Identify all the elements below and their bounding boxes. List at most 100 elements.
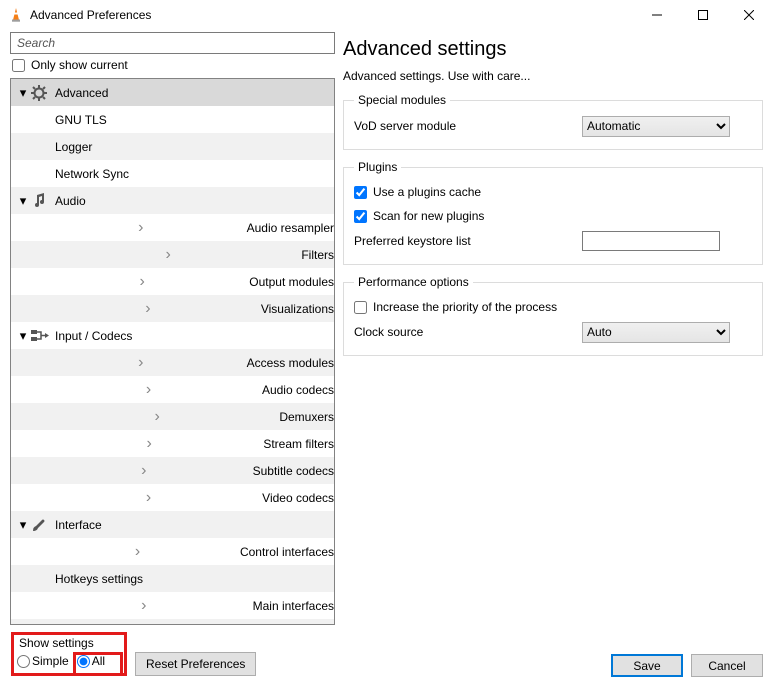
- tree-label: Network Sync: [53, 167, 129, 181]
- tree-item-advanced[interactable]: Advanced: [11, 79, 334, 106]
- show-settings-legend: Show settings: [17, 636, 96, 650]
- window-maximize[interactable]: [683, 0, 729, 30]
- group-plugins-legend: Plugins: [354, 160, 401, 174]
- page-title: Advanced settings: [343, 32, 763, 65]
- radio-all-input[interactable]: [77, 655, 90, 668]
- tree-label: Output modules: [247, 275, 334, 289]
- window-minimize[interactable]: [637, 0, 683, 30]
- chevron-right-icon[interactable]: [37, 463, 251, 479]
- tree-label: Video codecs: [260, 491, 334, 505]
- reset-preferences-button[interactable]: Reset Preferences: [135, 652, 256, 676]
- tree-item-hotkeys[interactable]: Hotkeys settings: [11, 565, 334, 592]
- tree-item-audio-codecs[interactable]: Audio codecs: [11, 376, 334, 403]
- chevron-right-icon[interactable]: [37, 220, 245, 236]
- tree-item-filters[interactable]: Filters: [11, 241, 334, 268]
- tree-label: Subtitle codecs: [251, 464, 334, 478]
- tree-label: Control interfaces: [238, 545, 334, 559]
- tree-item-logger[interactable]: Logger: [11, 133, 334, 160]
- radio-all-label: All: [92, 654, 105, 668]
- tree-item-visualizations[interactable]: Visualizations: [11, 295, 334, 322]
- tree-label: Audio resampler: [245, 221, 334, 235]
- cancel-button[interactable]: Cancel: [691, 654, 763, 677]
- music-note-icon: [31, 193, 53, 209]
- tree-item-main-interfaces[interactable]: Main interfaces: [11, 592, 334, 619]
- chevron-right-icon[interactable]: [37, 301, 259, 317]
- titlebar: Advanced Preferences: [0, 0, 777, 30]
- vod-server-select[interactable]: Automatic: [582, 116, 730, 137]
- tree-label: GNU TLS: [53, 113, 107, 127]
- only-show-current-checkbox[interactable]: [12, 59, 25, 72]
- chevron-right-icon[interactable]: [37, 490, 260, 506]
- scan-new-plugins[interactable]: Scan for new plugins: [354, 204, 752, 228]
- vod-label: VoD server module: [354, 119, 574, 133]
- tree-label: Input / Codecs: [53, 329, 132, 343]
- tree-item-gnutls[interactable]: GNU TLS: [11, 106, 334, 133]
- tree-label: Access modules: [245, 356, 334, 370]
- tree-label: Audio codecs: [260, 383, 334, 397]
- chevron-right-icon[interactable]: [37, 436, 261, 452]
- tree-label: Filters: [299, 248, 334, 262]
- tree-item-control-interfaces[interactable]: Control interfaces: [11, 538, 334, 565]
- radio-simple-input[interactable]: [17, 655, 30, 668]
- group-special-modules-legend: Special modules: [354, 93, 450, 107]
- tree-label: Main interfaces: [251, 599, 334, 613]
- radio-all[interactable]: All: [77, 654, 105, 668]
- chevron-right-icon[interactable]: [37, 274, 247, 290]
- clock-source-select[interactable]: Auto: [582, 322, 730, 343]
- group-plugins: Plugins Use a plugins cache Scan for new…: [343, 160, 763, 265]
- chevron-right-icon[interactable]: [37, 544, 238, 560]
- scan-new-plugins-checkbox[interactable]: [354, 210, 367, 223]
- chevron-right-icon[interactable]: [37, 382, 260, 398]
- input-icon: [31, 328, 53, 344]
- only-show-current-label: Only show current: [31, 58, 128, 72]
- use-plugins-cache-checkbox[interactable]: [354, 186, 367, 199]
- tree-item-output-modules[interactable]: Output modules: [11, 268, 334, 295]
- keystore-input[interactable]: [582, 231, 720, 251]
- search-input[interactable]: [10, 32, 335, 54]
- clock-source-label: Clock source: [354, 325, 574, 339]
- chevron-down-icon[interactable]: [15, 86, 31, 99]
- tree-item-subtitle-codecs[interactable]: Subtitle codecs: [11, 457, 334, 484]
- app-icon: [8, 7, 24, 23]
- tree-item-network-sync[interactable]: Network Sync: [11, 160, 334, 187]
- chevron-down-icon[interactable]: [15, 329, 31, 342]
- tree-label: Demuxers: [277, 410, 334, 424]
- increase-priority-label: Increase the priority of the process: [373, 300, 557, 314]
- chevron-right-icon[interactable]: [37, 409, 277, 425]
- group-performance-legend: Performance options: [354, 275, 473, 289]
- tree-item-interface[interactable]: Interface: [11, 511, 334, 538]
- save-button[interactable]: Save: [611, 654, 683, 677]
- increase-priority[interactable]: Increase the priority of the process: [354, 295, 752, 319]
- tree-label: Visualizations: [259, 302, 334, 316]
- use-plugins-cache-label: Use a plugins cache: [373, 185, 481, 199]
- chevron-right-icon[interactable]: [37, 598, 251, 614]
- tree-item-demuxers[interactable]: Demuxers: [11, 403, 334, 430]
- chevron-down-icon[interactable]: [15, 518, 31, 531]
- radio-simple-label: Simple: [32, 654, 69, 668]
- window-title: Advanced Preferences: [30, 8, 637, 22]
- only-show-current[interactable]: Only show current: [10, 58, 335, 72]
- tree-item-stream-filters[interactable]: Stream filters: [11, 430, 334, 457]
- radio-simple[interactable]: Simple: [17, 654, 69, 668]
- tree-item-audio-resampler[interactable]: Audio resampler: [11, 214, 334, 241]
- tree-label: Stream filters: [261, 437, 334, 451]
- window-close[interactable]: [729, 0, 775, 30]
- tree-label: Advanced: [53, 86, 108, 100]
- group-performance: Performance options Increase the priorit…: [343, 275, 763, 356]
- tree-item-access-modules[interactable]: Access modules: [11, 349, 334, 376]
- tree-item-input-codecs[interactable]: Input / Codecs: [11, 322, 334, 349]
- use-plugins-cache[interactable]: Use a plugins cache: [354, 180, 752, 204]
- chevron-down-icon[interactable]: [15, 194, 31, 207]
- tree-label: Logger: [53, 140, 92, 154]
- chevron-right-icon[interactable]: [37, 355, 245, 371]
- brush-icon: [31, 517, 53, 533]
- page-description: Advanced settings. Use with care...: [343, 65, 763, 93]
- tree-item-audio[interactable]: Audio: [11, 187, 334, 214]
- tree-label: Hotkeys settings: [53, 572, 143, 586]
- increase-priority-checkbox[interactable]: [354, 301, 367, 314]
- show-settings-group: Show settings Simple All Reset Preferenc…: [10, 631, 335, 677]
- chevron-right-icon[interactable]: [37, 247, 299, 263]
- tree-label: Interface: [53, 518, 102, 532]
- group-special-modules: Special modules VoD server module Automa…: [343, 93, 763, 150]
- tree-item-video-codecs[interactable]: Video codecs: [11, 484, 334, 511]
